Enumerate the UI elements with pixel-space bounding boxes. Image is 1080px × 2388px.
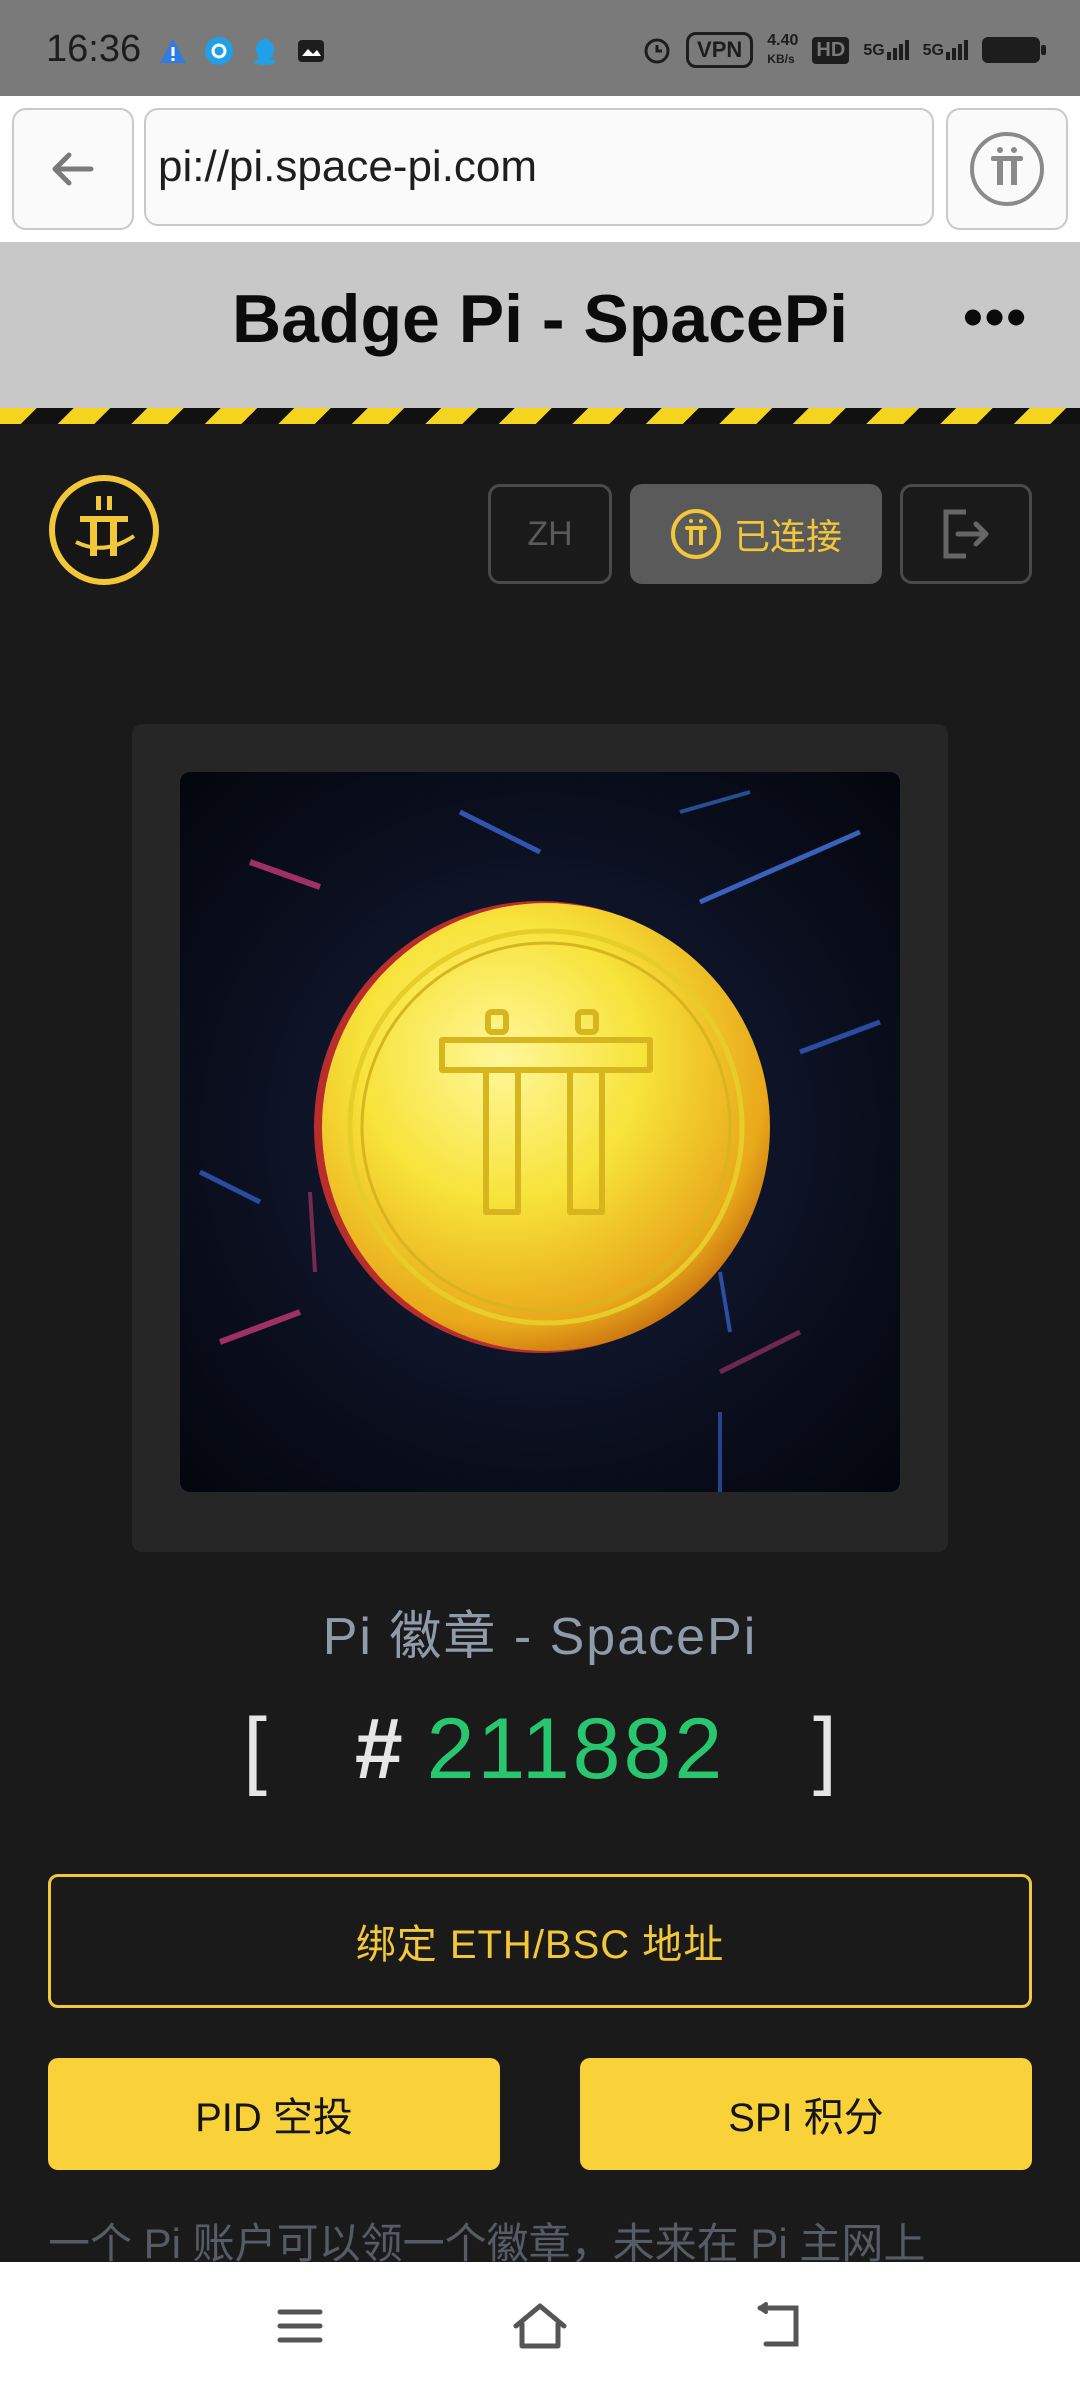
spi-points-button[interactable]: SPI 积分 (580, 2058, 1032, 2170)
net-speed-value: 4.40 (767, 32, 799, 49)
pi-coin-icon (670, 509, 721, 559)
menu-icon[interactable] (270, 2296, 330, 2356)
spacepi-logo-icon[interactable] (46, 472, 162, 588)
badge-number-line: [ # 211882 ] (0, 1700, 1080, 1799)
url-field[interactable]: pi://pi.space-pi.com (144, 108, 934, 226)
page-header: Badge Pi - SpacePi ••• (0, 242, 1080, 408)
status-bar: 16:36 VPN 4.40 KB/s HD 5G 5G (0, 0, 1080, 96)
badge-card (132, 724, 948, 1552)
warning-notification-icon (160, 39, 186, 63)
badge-number: 211882 (426, 1701, 726, 1797)
notification-icons (158, 36, 326, 66)
qq-notification-icon (254, 39, 276, 65)
logout-icon (943, 509, 989, 559)
status-time: 16:36 (46, 28, 142, 70)
connected-button[interactable]: 已连接 (630, 484, 882, 584)
badge-image (180, 772, 900, 1492)
battery-icon (982, 37, 1046, 63)
image-notification-icon (298, 40, 324, 62)
app-notification-icon (205, 37, 233, 65)
vpn-badge: VPN (686, 32, 754, 68)
logout-button[interactable] (900, 484, 1032, 584)
back-button[interactable] (12, 108, 134, 230)
system-nav-bar (0, 2262, 1080, 2388)
signal-2: 5G (923, 40, 968, 60)
badge-name: Pi 徽章 - SpacePi (322, 1608, 758, 1666)
bracket-open: [ (243, 1701, 268, 1797)
language-button[interactable]: ZH (488, 484, 612, 584)
hd-badge: HD (812, 36, 850, 64)
status-right-icons: VPN 4.40 KB/s HD 5G 5G (642, 32, 1046, 68)
connected-label: 已连接 (733, 516, 842, 557)
pid-airdrop-button[interactable]: PID 空投 (48, 2058, 500, 2170)
net-speed-unit: KB/s (767, 52, 795, 66)
bracket-close: ] (812, 1701, 837, 1797)
browser-bar: pi://pi.space-pi.com (0, 96, 1080, 242)
back-icon[interactable] (750, 2296, 810, 2356)
bind-address-button[interactable]: 绑定 ETH/BSC 地址 (48, 1874, 1032, 2008)
pi-logo-icon (970, 132, 1044, 206)
more-menu-button[interactable]: ••• (963, 284, 1028, 349)
pi-gold-coin-image (198, 790, 881, 1492)
arrow-left-icon (52, 152, 94, 186)
home-icon[interactable] (510, 2296, 570, 2356)
alarm-icon (644, 38, 670, 64)
description-text: 一个 Pi 账户可以领一个徽章，未来在 Pi 主网上 (48, 2220, 926, 2262)
signal-1: 5G (863, 40, 909, 60)
net-speed: 4.40 KB/s (767, 32, 798, 68)
pi-browser-button[interactable] (946, 108, 1068, 230)
page-title: Badge Pi - SpacePi (232, 281, 848, 357)
hazard-stripe-divider (0, 408, 1080, 424)
badge-hash: # (354, 1701, 403, 1797)
